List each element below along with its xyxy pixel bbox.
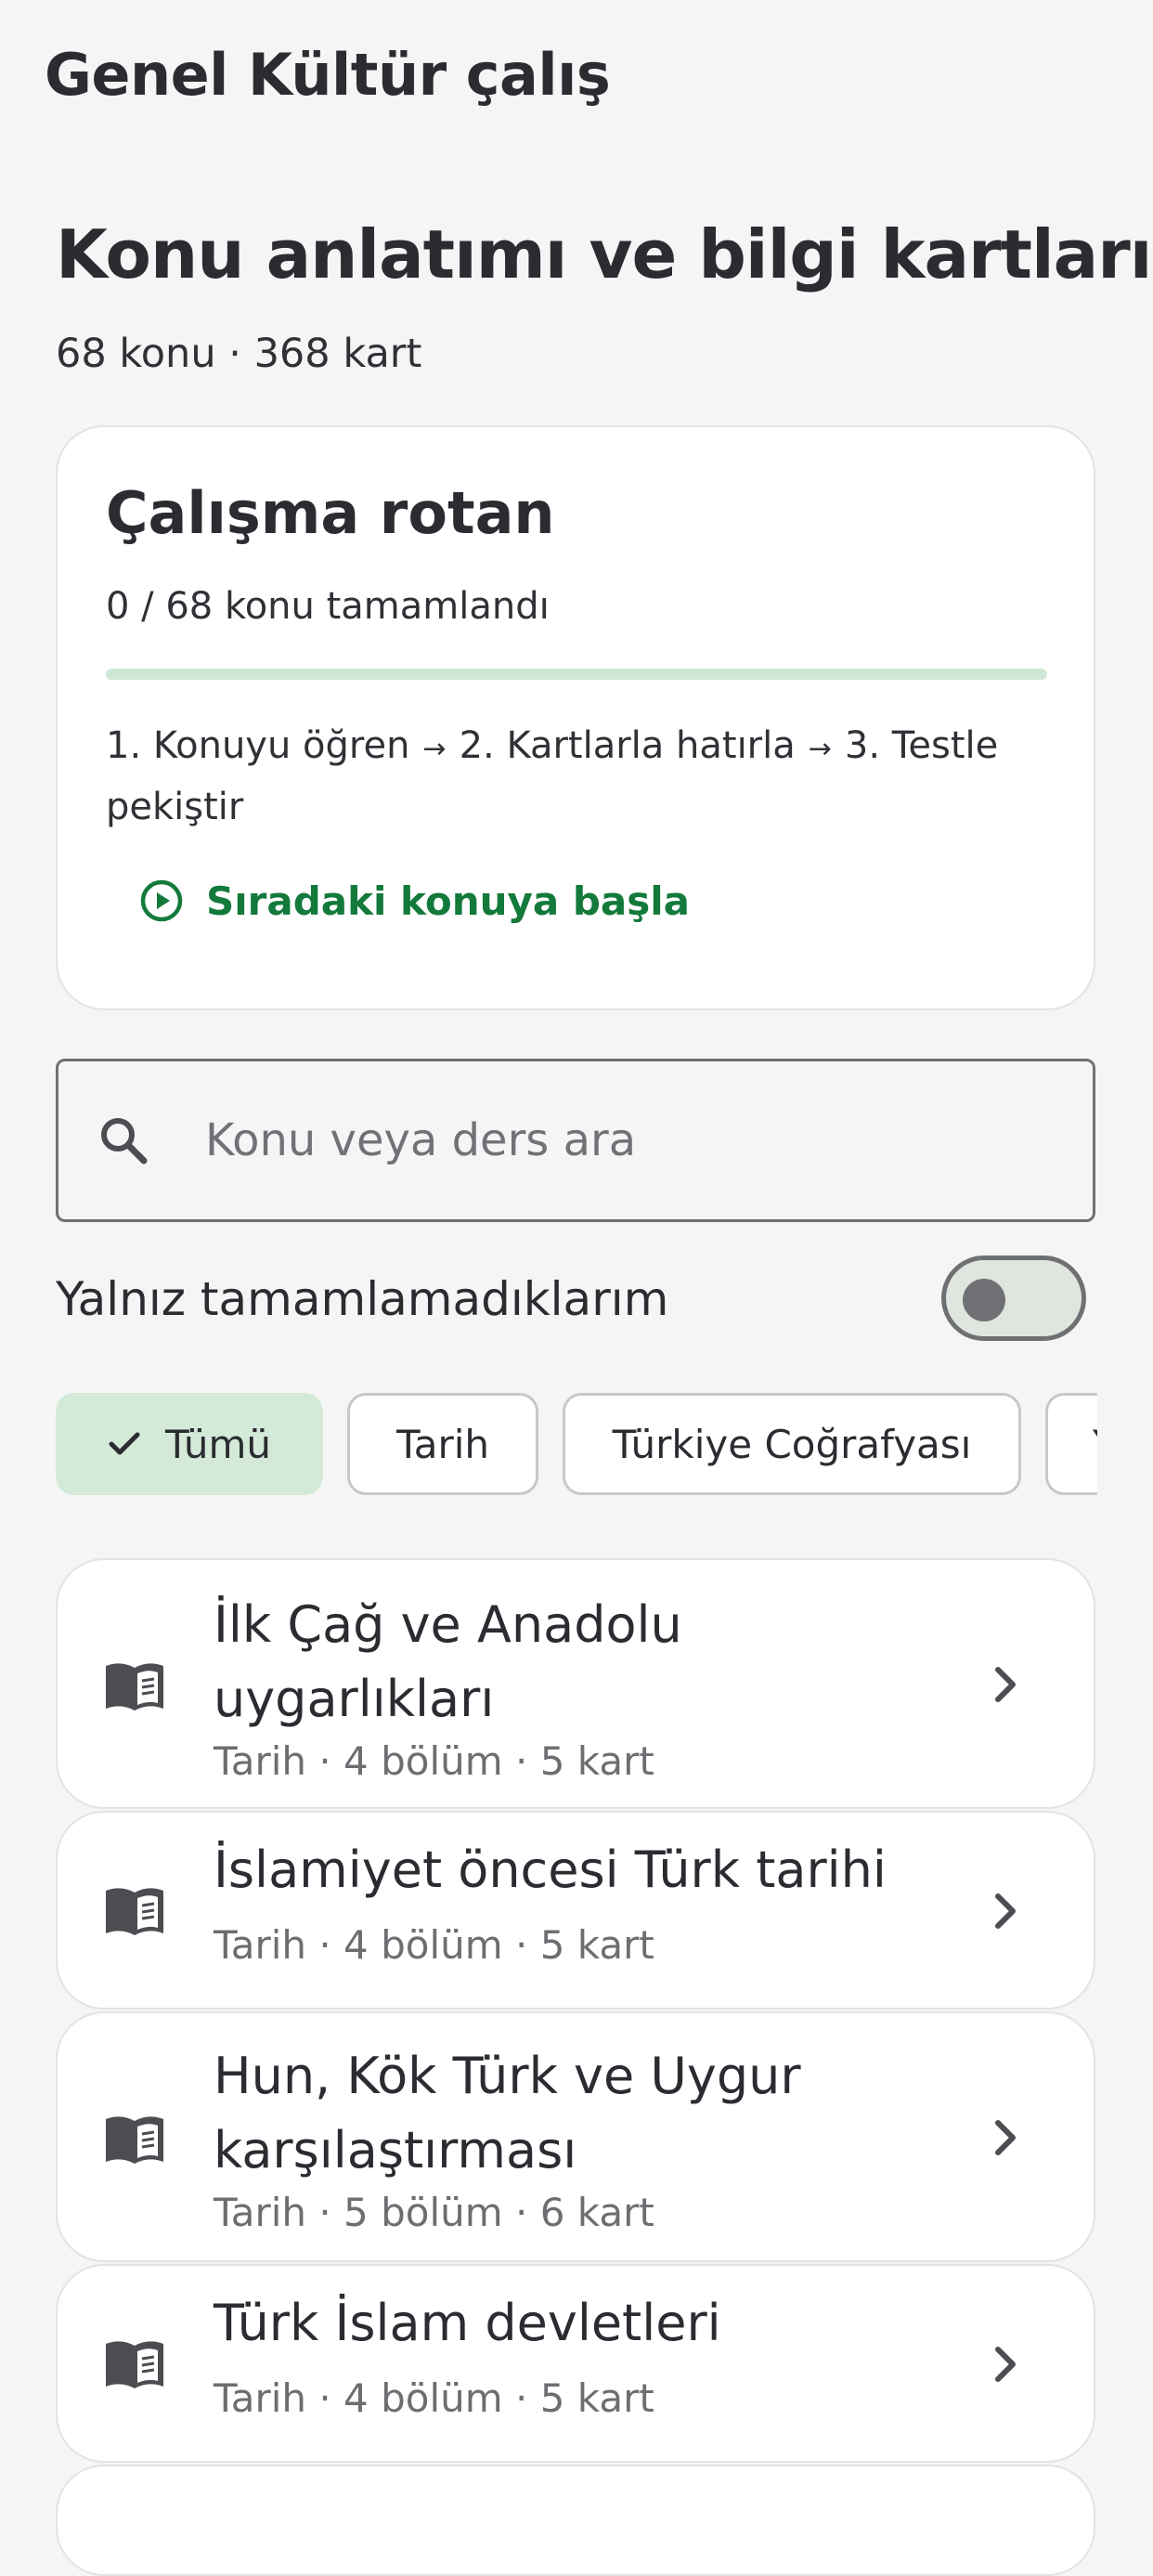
chip-label: Türkiye Coğrafyası <box>612 1421 972 1467</box>
route-step-1: 1. Konuyu öğren <box>106 724 410 767</box>
arrow-right-icon: → <box>422 733 447 765</box>
book-open-icon <box>106 2341 163 2388</box>
topic-meta: Tarih · 5 bölüm · 6 kart <box>214 2190 654 2235</box>
start-next-topic-button[interactable]: Sıradaki konuya başla <box>139 864 690 938</box>
chevron-right-icon <box>995 2120 1016 2155</box>
topic-meta: Tarih · 4 bölüm · 5 kart <box>214 1738 654 1784</box>
incomplete-only-label: Yalnız tamamlamadıklarım <box>56 1272 669 1326</box>
book-open-icon <box>106 1888 163 1935</box>
route-progress-bar <box>106 669 1047 680</box>
topic-card[interactable]: İslamiyet öncesi Türk tarihi Tarih · 4 b… <box>56 1811 1095 2010</box>
chip-label: Y <box>1093 1422 1097 1467</box>
chip-label: Tümü <box>164 1421 272 1467</box>
chip-next[interactable]: Y <box>1045 1393 1097 1495</box>
chevron-right-icon <box>995 1667 1016 1702</box>
search-box[interactable] <box>56 1059 1095 1222</box>
route-title: Çalışma rotan <box>106 479 555 547</box>
chip-label: Tarih <box>396 1421 489 1467</box>
topic-card[interactable]: İlk Çağ ve Anadolu uygarlıkları Tarih · … <box>56 1558 1095 1809</box>
route-progress-text: 0 / 68 konu tamamlandı <box>106 585 550 628</box>
topic-title: Türk İslam devletleri <box>214 2294 721 2352</box>
page-subtitle: 68 konu · 368 kart <box>56 331 422 377</box>
category-chips: Tümü Tarih Türkiye Coğrafyası Y <box>56 1391 1097 1499</box>
check-icon <box>109 1432 140 1455</box>
topic-card[interactable]: Hun, Kök Türk ve Uygur karşılaştırması T… <box>56 2011 1095 2262</box>
chevron-right-icon <box>995 1893 1016 1929</box>
search-input[interactable] <box>203 1113 1043 1167</box>
study-route-card: Çalışma rotan 0 / 68 konu tamamlandı 1. … <box>56 425 1095 1010</box>
play-circle-icon <box>140 879 183 922</box>
book-open-icon <box>106 2116 163 2164</box>
toggle-knob <box>963 1279 1005 1321</box>
route-step-2: 2. Kartlarla hatırla <box>459 724 796 767</box>
search-icon <box>101 1118 148 1164</box>
topic-meta: Tarih · 4 bölüm · 5 kart <box>214 1922 654 1968</box>
start-next-topic-label: Sıradaki konuya başla <box>206 878 691 924</box>
app-title: Genel Kültür çalış <box>45 41 611 109</box>
chevron-right-icon <box>995 2347 1016 2382</box>
topic-title: İlk Çağ ve Anadolu uygarlıkları <box>214 1595 682 1728</box>
topic-title: İslamiyet öncesi Türk tarihi <box>214 1841 887 1899</box>
topic-meta: Tarih · 4 bölüm · 5 kart <box>214 2375 654 2421</box>
topic-title: Hun, Kök Türk ve Uygur karşılaştırması <box>214 2047 801 2179</box>
arrow-right-icon: → <box>808 733 832 765</box>
chip-tumu[interactable]: Tümü <box>56 1393 323 1495</box>
incomplete-only-toggle[interactable] <box>941 1255 1086 1341</box>
chip-tarih[interactable]: Tarih <box>347 1393 538 1495</box>
book-open-icon <box>106 1663 163 1711</box>
page-title: Konu anlatımı ve bilgi kartları <box>56 215 1152 293</box>
topic-card[interactable]: Türk İslam devletleri Tarih · 4 bölüm · … <box>56 2264 1095 2463</box>
route-steps: 1. Konuyu öğren → 2. Kartlarla hatırla → 3. … <box>106 717 1034 836</box>
topic-card-partial[interactable] <box>56 2465 1095 2576</box>
chip-turkiye-cografyasi[interactable]: Türkiye Coğrafyası <box>563 1393 1021 1495</box>
